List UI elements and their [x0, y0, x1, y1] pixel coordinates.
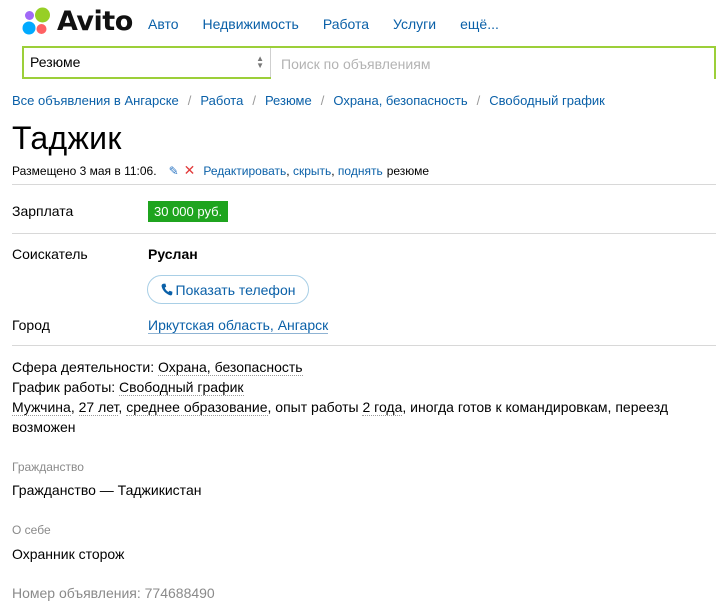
breadcrumb-separator: / — [252, 93, 256, 108]
page-title: Таджик — [12, 120, 122, 156]
city-label: Город — [12, 317, 50, 333]
ad-params: Сфера деятельности: Охрана, безопасность… — [12, 357, 712, 437]
age-value[interactable]: 27 лет — [78, 399, 119, 416]
salary-label: Зарплата — [12, 203, 74, 219]
breadcrumb-item-resume[interactable]: Резюме — [265, 93, 312, 108]
nav-realty[interactable]: Недвижимость — [203, 16, 299, 32]
raise-link[interactable]: поднять — [338, 164, 383, 178]
nav-services[interactable]: Услуги — [393, 16, 436, 32]
seeker-label: Соискатель — [12, 246, 88, 262]
category-select-value: Резюме — [30, 54, 81, 70]
citizenship-heading: Гражданство — [12, 460, 84, 474]
avito-logo-icon — [22, 7, 50, 35]
top-nav: Авто Недвижимость Работа Услуги ещё... — [148, 16, 523, 32]
comma: , — [331, 163, 338, 178]
avito-logo[interactable]: Avito — [22, 5, 133, 37]
schedule-value[interactable]: Свободный график — [119, 379, 244, 396]
education-value[interactable]: среднее образование — [126, 399, 268, 416]
gender-value[interactable]: Мужчина — [12, 399, 71, 416]
seeker-name: Руслан — [148, 246, 198, 262]
city-link[interactable]: Иркутская область, Ангарск — [148, 317, 329, 334]
breadcrumb-separator: / — [320, 93, 325, 108]
citizenship-text: Гражданство — Таджикистан — [12, 482, 202, 498]
phone-icon — [161, 283, 173, 296]
category-select[interactable]: Резюме ▲ ▼ — [24, 48, 271, 77]
breadcrumb-separator: / — [476, 93, 481, 108]
about-text: Охранник сторож — [12, 546, 125, 562]
breadcrumb-separator: / — [187, 93, 192, 108]
salary-value-wrap: 30 000 руб. — [148, 201, 229, 222]
personal-row: Мужчина, 27 лет, среднее образование, оп… — [12, 399, 669, 435]
breadcrumb-item-jobs[interactable]: Работа — [200, 93, 243, 108]
comma: , — [286, 163, 293, 178]
nav-more[interactable]: ещё... — [460, 16, 499, 32]
sphere-row: Сфера деятельности: Охрана, безопасность — [12, 357, 712, 377]
edit-link[interactable]: Редактировать — [203, 164, 286, 178]
show-phone-label: Показать телефон — [175, 281, 296, 298]
schedule-row: График работы: Свободный график — [12, 377, 712, 397]
sphere-label: Сфера деятельности: — [12, 359, 155, 375]
breadcrumb-item-schedule[interactable]: Свободный график — [489, 93, 605, 108]
resume-suffix: резюме — [386, 163, 430, 178]
salary-badge: 30 000 руб. — [148, 201, 229, 222]
divider — [12, 233, 716, 234]
nav-jobs[interactable]: Работа — [323, 16, 369, 32]
ad-meta: Размещено 3 мая в 11:06. ✎ ✕ Редактирова… — [12, 162, 429, 179]
posted-date: Размещено 3 мая в 11:06. — [12, 163, 157, 178]
experience-prefix: опыт работы — [275, 399, 359, 415]
search-input[interactable] — [271, 48, 714, 79]
ad-number: Номер объявления: 774688490 — [12, 585, 215, 601]
about-heading: О себе — [12, 523, 51, 537]
experience-value[interactable]: 2 года — [362, 399, 403, 416]
select-arrows-icon: ▲ ▼ — [256, 54, 264, 70]
show-phone-button[interactable]: Показать телефон — [147, 275, 309, 304]
divider — [12, 345, 716, 346]
search-bar: Резюме ▲ ▼ — [22, 46, 716, 79]
schedule-label: График работы: — [12, 379, 116, 395]
city-value-wrap: Иркутская область, Ангарск — [148, 317, 329, 334]
nav-auto[interactable]: Авто — [148, 16, 179, 32]
close-icon[interactable]: ✕ — [184, 162, 196, 179]
logo-text: Avito — [57, 5, 133, 37]
pencil-icon[interactable]: ✎ — [169, 164, 179, 178]
breadcrumb-item-security[interactable]: Охрана, безопасность — [333, 93, 467, 108]
sphere-value[interactable]: Охрана, безопасность — [157, 359, 303, 376]
breadcrumb-item-all-ads[interactable]: Все объявления в Ангарске — [12, 93, 179, 108]
breadcrumb: Все объявления в Ангарске / Работа / Резюме /… — [12, 93, 605, 108]
divider — [12, 184, 716, 185]
hide-link[interactable]: скрыть — [293, 164, 331, 178]
